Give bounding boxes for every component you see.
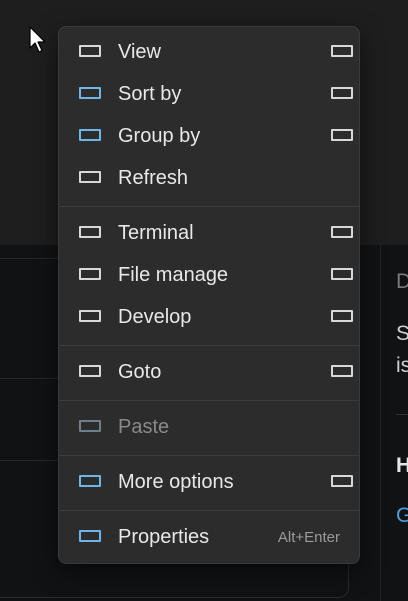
- menu-separator: [59, 510, 359, 511]
- menu-item-label: Properties: [118, 526, 210, 548]
- paste-icon: [79, 420, 101, 432]
- details-pane-divider: [380, 245, 381, 601]
- menu-item-sort-by[interactable]: Sort by: [59, 74, 359, 116]
- submenu-arrow-icon: [331, 226, 353, 238]
- more-options-icon: [79, 475, 101, 487]
- menu-item-label: File manage: [118, 264, 229, 286]
- group-icon: [79, 129, 101, 141]
- menu-separator: [59, 206, 359, 207]
- submenu-arrow-icon: [331, 87, 353, 99]
- submenu-arrow-icon: [331, 129, 353, 141]
- properties-icon: [79, 530, 101, 542]
- mouse-cursor-icon: [29, 26, 46, 53]
- submenu-arrow-icon: [331, 268, 353, 280]
- goto-icon: [79, 365, 101, 377]
- submenu-arrow-icon: [331, 310, 353, 322]
- menu-item-label: Sort by: [118, 83, 182, 105]
- menu-item-label: More options: [118, 471, 234, 493]
- menu-item-label: Paste: [118, 416, 170, 438]
- menu-item-goto[interactable]: Goto: [59, 352, 359, 394]
- menu-item-label: Develop: [118, 306, 192, 328]
- menu-item-label: View: [118, 41, 161, 63]
- submenu-arrow-icon: [331, 45, 353, 57]
- submenu-arrow-icon: [331, 365, 353, 377]
- menu-item-label: Group by: [118, 125, 201, 147]
- menu-separator: [59, 400, 359, 401]
- menu-item-develop[interactable]: Develop: [59, 297, 359, 339]
- file-manage-icon: [79, 268, 101, 280]
- menu-item-more-options[interactable]: More options: [59, 462, 359, 504]
- menu-separator: [59, 345, 359, 346]
- menu-item-label: Goto: [118, 361, 162, 383]
- sort-icon: [79, 87, 101, 99]
- develop-icon: [79, 310, 101, 322]
- menu-item-refresh[interactable]: Refresh: [59, 158, 359, 200]
- menu-item-properties[interactable]: Properties Alt+Enter: [59, 517, 359, 559]
- details-pane-text: S: [396, 322, 408, 345]
- menu-item-file-manage[interactable]: File manage: [59, 255, 359, 297]
- details-pane-heading: D: [396, 270, 408, 293]
- context-menu: View Sort by Group by Refresh Terminal F…: [58, 26, 360, 564]
- menu-item-paste: Paste: [59, 407, 359, 449]
- shortcut-hint: Alt+Enter: [277, 529, 340, 546]
- menu-separator: [59, 455, 359, 456]
- menu-item-terminal[interactable]: Terminal: [59, 213, 359, 255]
- terminal-icon: [79, 226, 101, 238]
- refresh-icon: [79, 171, 101, 183]
- submenu-arrow-icon: [331, 475, 353, 487]
- desktop: D S is H G View Sort by Group by Refresh: [0, 0, 408, 601]
- details-pane-link[interactable]: G: [396, 504, 408, 528]
- menu-item-label: Refresh: [118, 167, 189, 189]
- details-pane-subheading: H: [396, 454, 408, 477]
- details-pane-text: is: [396, 354, 408, 377]
- menu-item-view[interactable]: View: [59, 32, 359, 74]
- menu-item-label: Terminal: [118, 222, 194, 244]
- view-icon: [79, 45, 101, 57]
- details-pane-separator: [396, 414, 408, 415]
- menu-item-group-by[interactable]: Group by: [59, 116, 359, 158]
